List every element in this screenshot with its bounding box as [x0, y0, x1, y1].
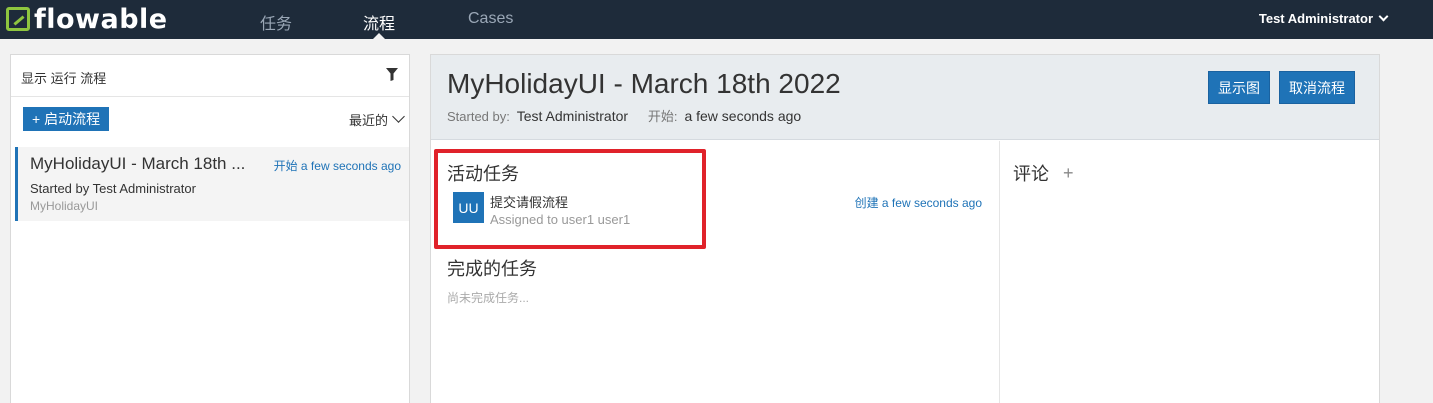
cancel-process-button[interactable]: 取消流程 [1279, 71, 1355, 104]
process-item-started-by: Started by Test Administrator [30, 181, 196, 196]
chevron-down-icon [392, 110, 405, 123]
completed-tasks-heading: 完成的任务 [447, 259, 537, 279]
process-item-name: MyHolidayUI - March 18th ... [30, 154, 246, 173]
process-header: MyHolidayUI - March 18th 2022 Started by… [431, 55, 1379, 140]
start-label: 开始: [647, 109, 678, 124]
user-menu[interactable]: Test Administrator [1258, 11, 1389, 26]
show-diagram-button[interactable]: 显示图 [1208, 71, 1270, 104]
nav-tab-cases[interactable]: Cases [468, 10, 513, 28]
logo-text: flowable [34, 3, 168, 35]
flowable-logo-icon [6, 7, 30, 31]
active-tab-caret [372, 33, 386, 40]
process-item-time: 开始 a few seconds ago [273, 159, 401, 173]
start-value: a few seconds ago [684, 108, 802, 124]
filter-bar: 显示 运行 流程 [11, 55, 409, 97]
highlight-box [434, 149, 706, 249]
sort-label: 最近的 [348, 113, 388, 128]
column-divider [999, 141, 1000, 403]
start-process-button[interactable]: + 启动流程 [23, 107, 110, 131]
completed-tasks-empty: 尚未完成任务... [447, 291, 530, 305]
top-navbar: flowable 任务 流程 Cases Test Administrator [0, 0, 1433, 40]
process-detail-panel: MyHolidayUI - March 18th 2022 Started by… [430, 54, 1380, 403]
nav-tab-processes[interactable]: 流程 [363, 10, 395, 34]
process-item-definition: MyHolidayUI [30, 199, 99, 213]
user-name: Test Administrator [1258, 11, 1373, 26]
comments-header: 评论 + [1013, 160, 1074, 186]
process-list-item[interactable]: MyHolidayUI - March 18th ... 开始 a few se… [15, 147, 409, 221]
task-created-time: 创建 a few seconds ago [854, 196, 982, 210]
filter-icon[interactable] [386, 68, 398, 81]
started-by-value: Test Administrator [516, 108, 629, 124]
started-by-label: Started by: [447, 109, 510, 124]
add-comment-icon[interactable]: + [1063, 163, 1074, 184]
page-title: MyHolidayUI - March 18th 2022 [447, 68, 841, 99]
filter-title[interactable]: 显示 运行 流程 [21, 68, 106, 87]
process-meta: Started by: Test Administrator 开始: a few… [447, 106, 801, 125]
sort-dropdown[interactable]: 最近的 [348, 110, 405, 129]
nav-tab-tasks[interactable]: 任务 [260, 10, 292, 34]
process-list-panel: 显示 运行 流程 + 启动流程 最近的 MyHolidayUI - March … [10, 54, 410, 403]
comments-heading: 评论 [1013, 164, 1049, 184]
flowable-logo[interactable]: flowable [6, 3, 168, 35]
chevron-down-icon [1378, 11, 1389, 22]
